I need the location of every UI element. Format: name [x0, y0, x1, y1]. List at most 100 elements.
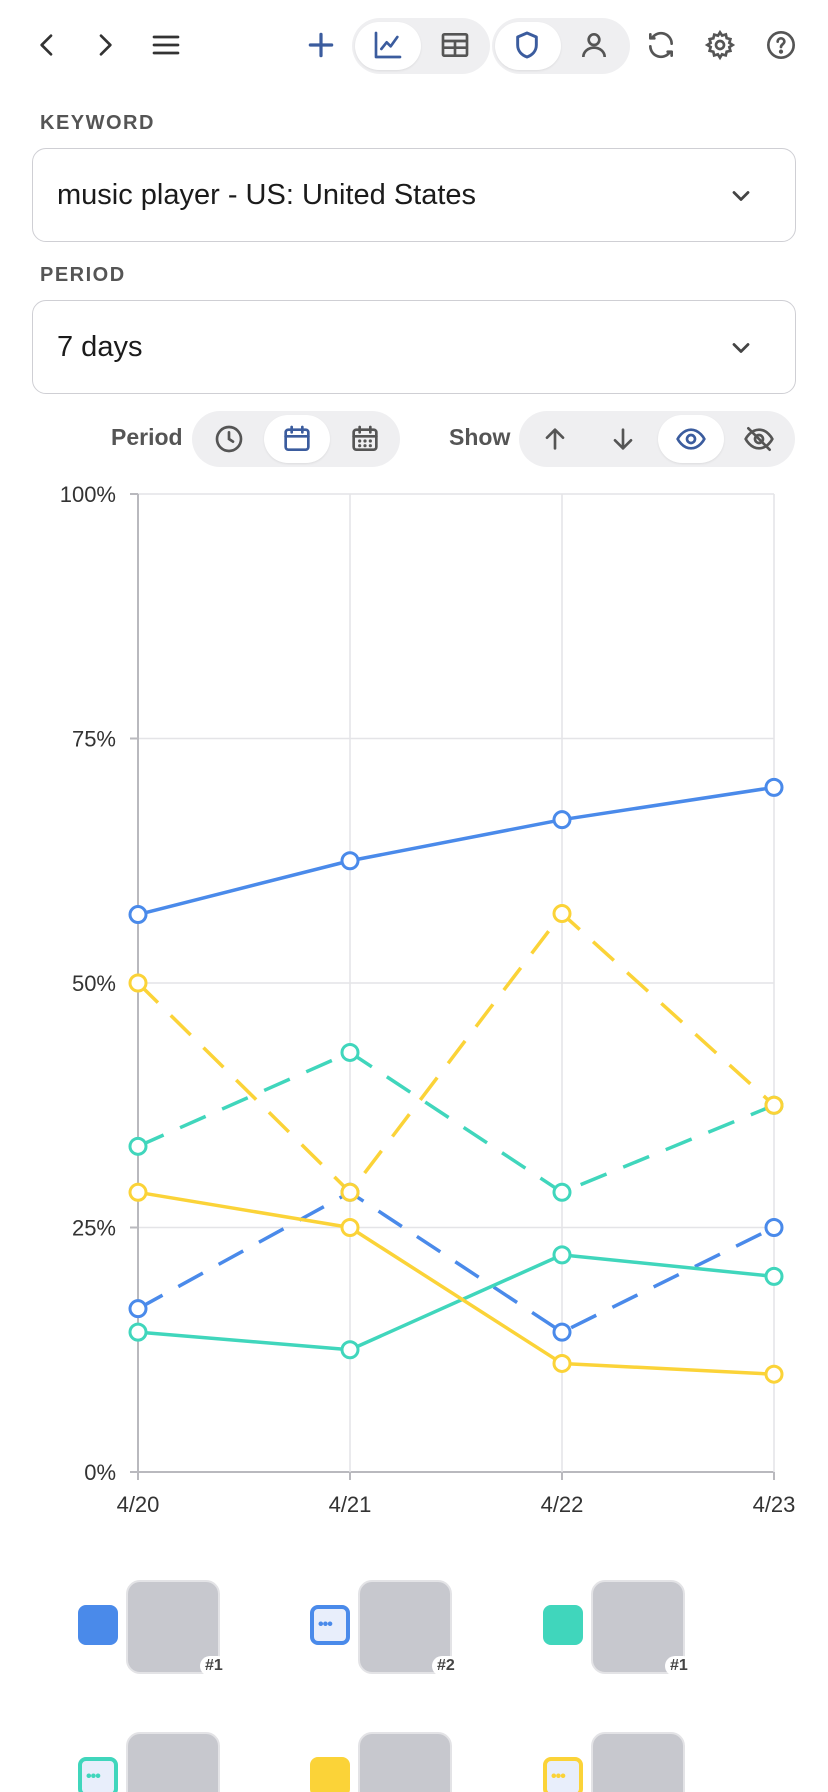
chart-series — [128, 777, 784, 1384]
data-point — [764, 1095, 784, 1115]
user-mode-button[interactable] — [571, 22, 617, 68]
help-icon — [767, 31, 795, 59]
data-point — [552, 1322, 572, 1342]
data-point — [340, 1182, 360, 1202]
chart-view-button[interactable] — [365, 22, 411, 68]
data-point — [128, 973, 148, 993]
show-visible-button[interactable] — [658, 415, 724, 463]
table-icon — [441, 33, 469, 57]
rank-badge: #2 — [432, 1656, 460, 1676]
keyword-value: music player - US: United States — [57, 178, 477, 211]
series-line — [136, 911, 776, 1195]
add-button[interactable] — [298, 22, 344, 68]
arrow-up-icon — [545, 428, 565, 450]
dashed-line-icon: ••• — [551, 1768, 566, 1785]
settings-icon — [704, 29, 736, 61]
show-up-button[interactable] — [522, 415, 588, 463]
data-point — [128, 905, 148, 925]
menu-icon — [152, 35, 180, 55]
data-point — [340, 851, 360, 871]
chart-grid — [130, 493, 775, 1480]
show-hidden-button[interactable] — [726, 415, 792, 463]
shield-mode-button[interactable] — [504, 22, 550, 68]
user-icon — [582, 33, 606, 58]
keyword-label: KEYWORD — [40, 112, 155, 134]
data-point — [340, 1042, 360, 1062]
period-value: 7 days — [57, 330, 143, 363]
app-icon-placeholder — [126, 1732, 220, 1792]
calendar-icon — [284, 425, 310, 451]
legend-swatch — [543, 1605, 583, 1645]
y-tick-label: 25% — [72, 1216, 116, 1241]
forward-icon — [99, 34, 112, 56]
y-tick-label: 0% — [84, 1460, 116, 1485]
clock-icon — [215, 425, 243, 453]
back-button[interactable] — [24, 22, 70, 68]
eye-off-icon — [744, 427, 774, 451]
period-month-button[interactable] — [332, 415, 398, 463]
x-tick-label: 4/20 — [117, 1492, 160, 1517]
series-line — [137, 785, 775, 917]
data-point — [764, 1266, 784, 1286]
legend-swatch: ••• — [78, 1757, 118, 1792]
legend-swatch — [78, 1605, 118, 1645]
app-icon-placeholder — [358, 1732, 452, 1792]
dashed-line-icon: ••• — [318, 1616, 333, 1633]
data-point — [764, 1218, 784, 1237]
legend-swatch: ••• — [310, 1605, 350, 1645]
x-tick-label: 4/23 — [753, 1492, 796, 1517]
ranking-line-chart: 100% 75% 50% 25% 0% 4/20 4/21 4/22 4/23 — [60, 482, 796, 1517]
legend-swatch — [310, 1757, 350, 1792]
refresh-icon — [649, 31, 673, 59]
data-point — [764, 1364, 784, 1384]
add-icon — [308, 32, 334, 58]
toolbar — [0, 0, 828, 92]
arrow-down-icon — [613, 428, 633, 450]
period-hour-button[interactable] — [196, 415, 262, 463]
period-label: PERIOD — [40, 264, 126, 286]
series-line — [137, 1050, 775, 1195]
chart-icon — [374, 31, 402, 59]
series-line — [137, 1190, 775, 1334]
data-point — [128, 1136, 148, 1156]
data-point — [552, 1245, 572, 1265]
show-control-label: Show — [449, 424, 511, 450]
data-point — [128, 1299, 148, 1319]
refresh-button[interactable] — [638, 22, 684, 68]
period-control-label: Period — [111, 424, 183, 450]
y-tick-label: 75% — [72, 727, 116, 752]
chevron-down-icon — [732, 343, 750, 353]
y-axis-labels: 100% 75% 50% 25% 0% — [60, 482, 116, 1485]
y-tick-label: 50% — [72, 971, 116, 996]
keyword-select[interactable]: music player - US: United States — [32, 148, 796, 242]
data-point — [340, 1218, 360, 1237]
app-icon-placeholder — [591, 1732, 685, 1792]
chevron-down-icon — [732, 191, 750, 201]
back-icon — [40, 34, 53, 56]
table-view-button[interactable] — [432, 22, 478, 68]
show-down-button[interactable] — [590, 415, 656, 463]
series-line — [137, 1190, 775, 1376]
x-tick-label: 4/22 — [541, 1492, 584, 1517]
settings-button[interactable] — [697, 22, 743, 68]
data-point — [128, 1322, 148, 1342]
dashed-line-icon: ••• — [86, 1768, 101, 1785]
legend-swatch: ••• — [543, 1757, 583, 1792]
period-select[interactable]: 7 days — [32, 300, 796, 394]
rank-badge: #1 — [200, 1656, 228, 1676]
data-point — [552, 1182, 572, 1202]
help-button[interactable] — [758, 22, 804, 68]
menu-button[interactable] — [143, 22, 189, 68]
period-day-button[interactable] — [264, 415, 330, 463]
data-point — [552, 810, 572, 830]
data-point — [552, 1353, 572, 1373]
data-point — [552, 904, 572, 924]
data-point — [764, 777, 784, 797]
rank-badge: #1 — [665, 1656, 693, 1676]
eye-icon — [676, 428, 706, 450]
x-tick-label: 4/21 — [329, 1492, 372, 1517]
calendar-grid-icon — [352, 425, 378, 451]
forward-button[interactable] — [82, 22, 128, 68]
data-point — [340, 1340, 360, 1360]
x-axis-labels: 4/20 4/21 4/22 4/23 — [117, 1492, 796, 1517]
